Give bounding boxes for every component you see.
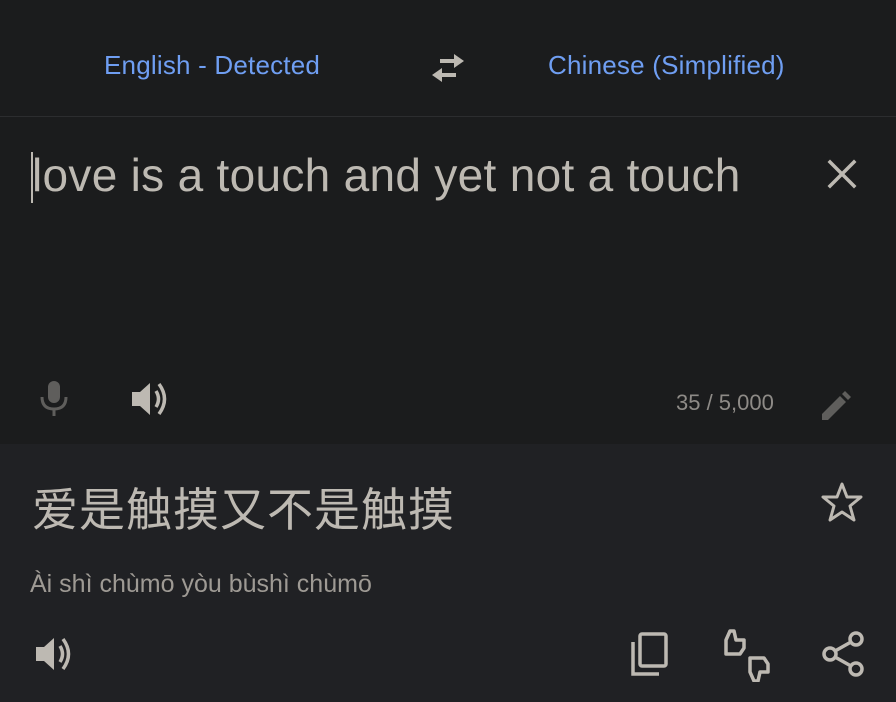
listen-translation-button[interactable]: [32, 632, 76, 676]
speaker-icon: [132, 382, 167, 416]
language-bar: English - Detected Chinese (Simplified): [0, 0, 896, 117]
close-icon: [827, 159, 857, 189]
listen-source-button[interactable]: [128, 378, 172, 420]
save-translation-button[interactable]: [820, 480, 864, 524]
target-language-button[interactable]: Chinese (Simplified): [548, 50, 785, 81]
copy-icon: [631, 632, 668, 676]
rate-translation-button[interactable]: [720, 628, 774, 682]
feedback-icon: [724, 629, 770, 682]
source-language-button[interactable]: English - Detected: [104, 50, 320, 81]
romanization-text: Ài shì chùmō yòu bùshì chùmō: [30, 570, 372, 598]
clear-button[interactable]: [824, 156, 860, 192]
microphone-button[interactable]: [36, 378, 72, 418]
character-count: 35 / 5,000: [676, 390, 774, 415]
speaker-icon: [36, 637, 71, 671]
swap-arrows-icon: [432, 54, 464, 82]
source-text-input[interactable]: love is a touch and yet not a touch: [32, 148, 741, 202]
edit-button[interactable]: [818, 390, 852, 424]
copy-translation-button[interactable]: [628, 630, 672, 678]
share-translation-button[interactable]: [820, 630, 866, 678]
star-icon: [821, 482, 863, 522]
microphone-icon: [40, 381, 68, 416]
swap-languages-button[interactable]: [428, 50, 468, 86]
translation-text: 爱是触摸又不是触摸: [32, 483, 455, 537]
pencil-icon: [822, 391, 851, 420]
share-icon: [822, 631, 864, 677]
translate-screen: English - Detected Chinese (Simplified) …: [0, 0, 896, 702]
